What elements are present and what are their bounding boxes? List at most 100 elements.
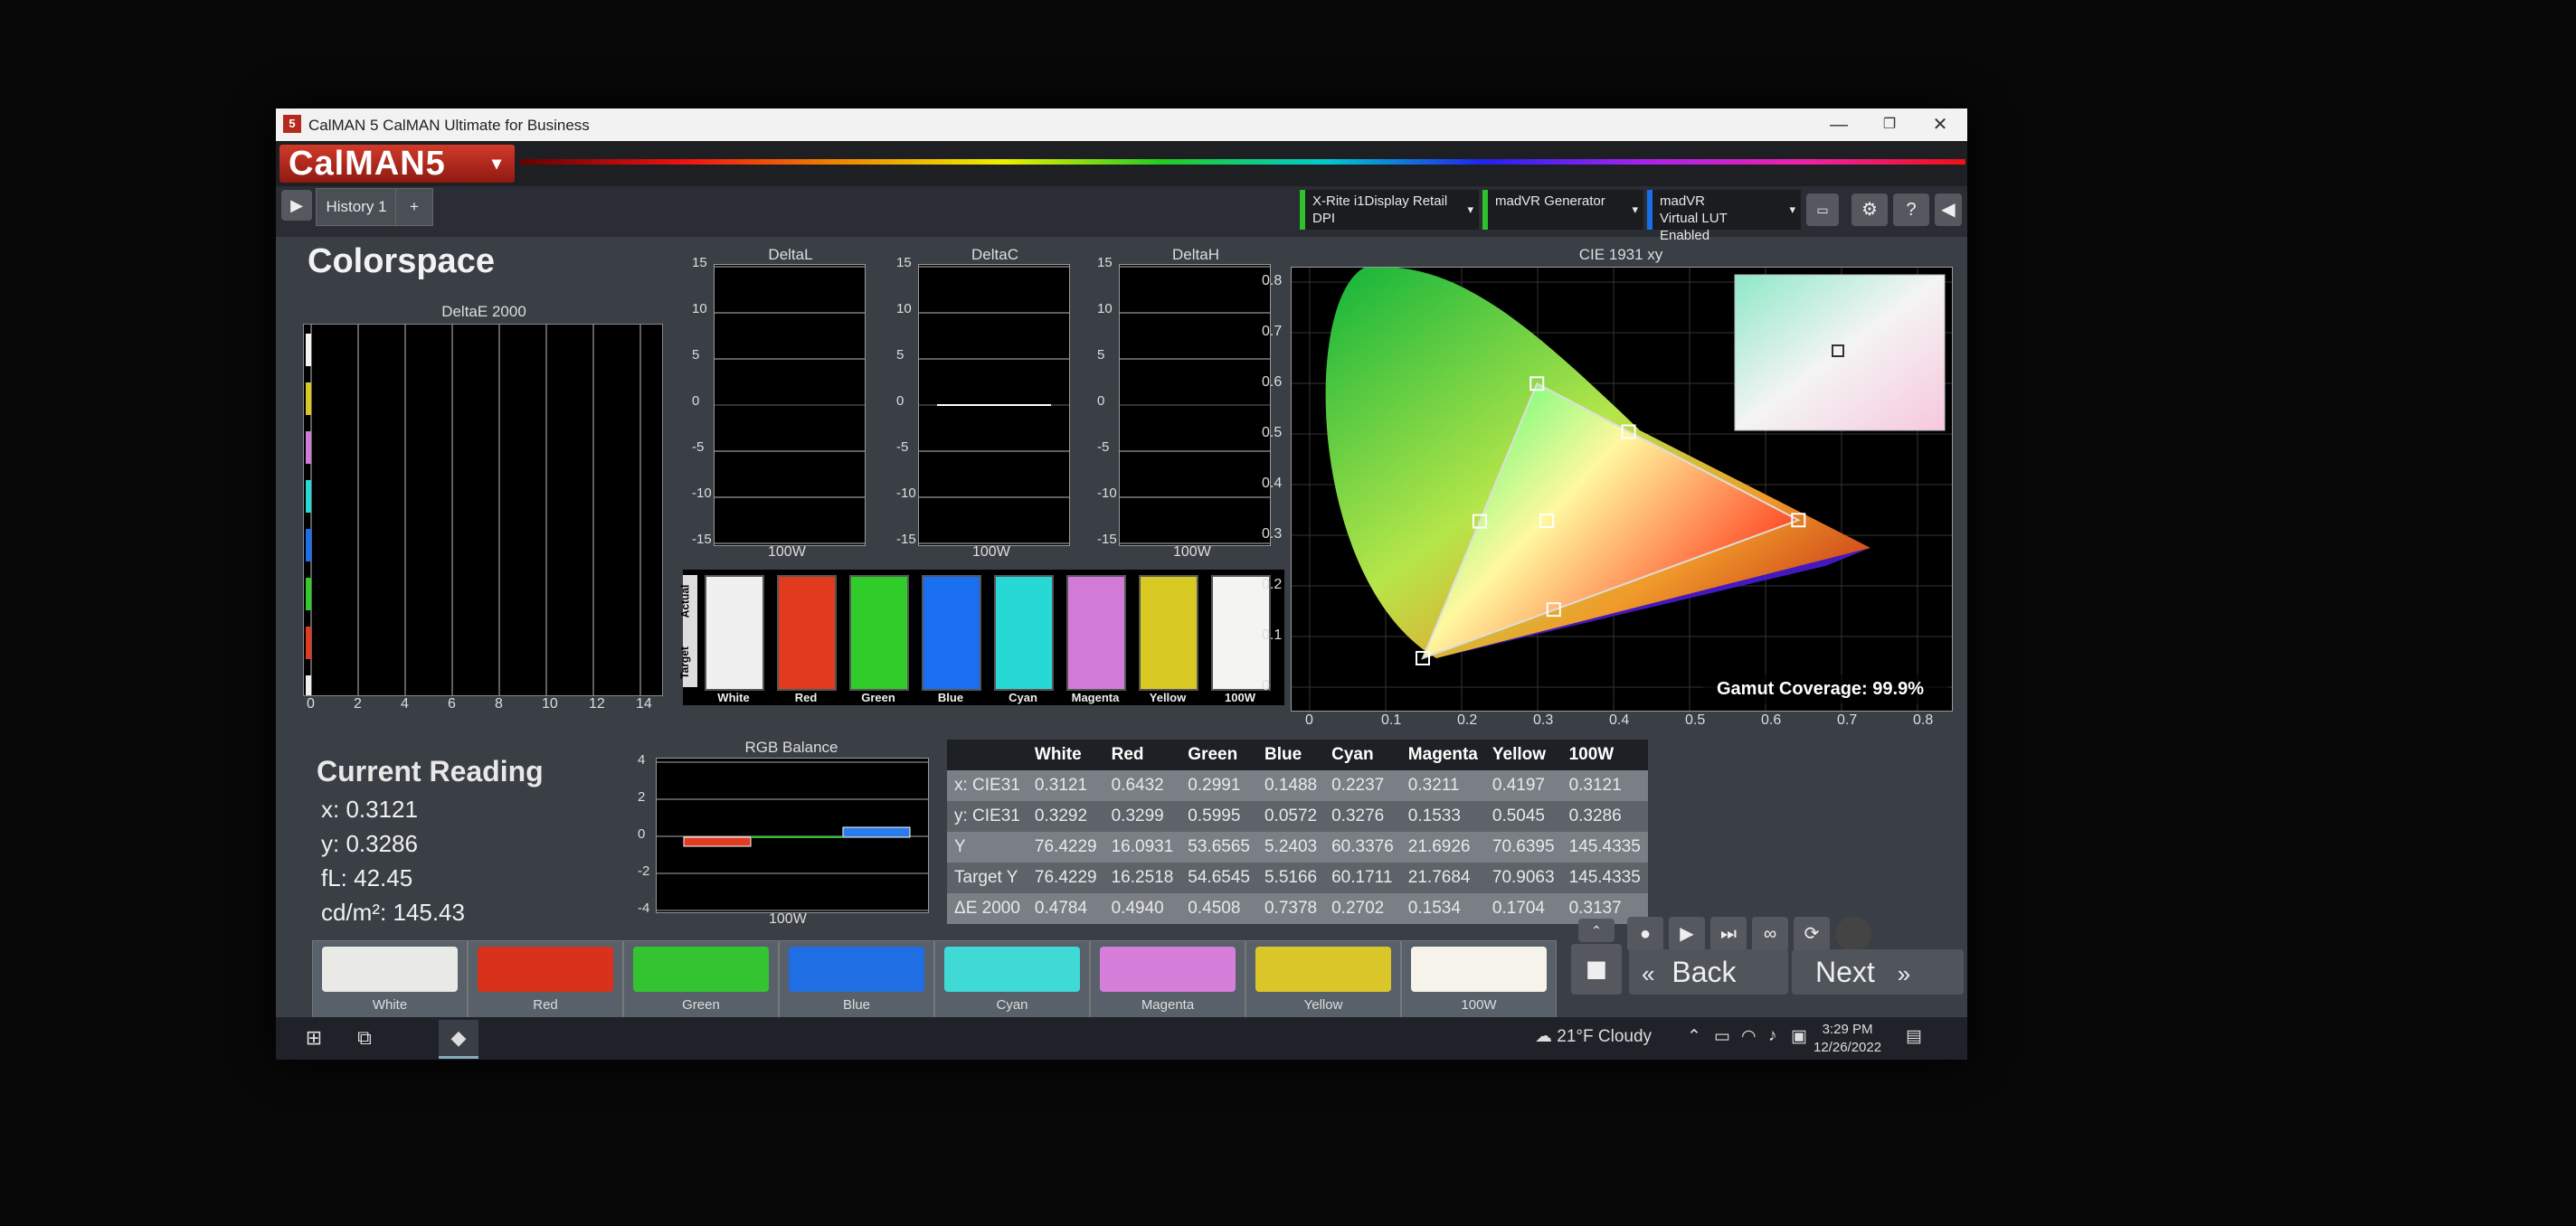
patch-button-red[interactable]: Red — [468, 940, 623, 1018]
tray-overflow-icon[interactable]: ⌃ — [1687, 1026, 1701, 1047]
swatch-label: Red — [794, 691, 818, 704]
table-cell: 0.3299 — [1103, 801, 1181, 832]
table-cell: 0.5045 — [1484, 801, 1562, 832]
back-button[interactable]: « Back — [1629, 949, 1788, 995]
task-view-icon[interactable]: ⧉ — [345, 1020, 384, 1056]
windows-start-icon[interactable]: ⊞ — [294, 1020, 334, 1056]
patch-label: Red — [533, 997, 558, 1013]
cie-chart-title: CIE 1931 xy — [1578, 246, 1663, 263]
reading-fl: fL: 42.45 — [321, 864, 413, 891]
up-arrow-icon[interactable]: ⌃ — [1578, 919, 1615, 942]
gear-icon[interactable]: ⚙ — [1852, 193, 1888, 226]
play-icon[interactable]: ▶ — [1669, 917, 1705, 951]
table-row: Target Y 76.4229 16.2518 54.6545 5.5166 60.17… — [947, 863, 1648, 893]
help-icon[interactable]: ? — [1893, 193, 1929, 226]
clock[interactable]: 3:29 PM 12/26/2022 — [1814, 1021, 1881, 1057]
calman-logo-menu[interactable]: CalMAN5 ▾ — [279, 145, 515, 183]
table-cell: 145.4335 — [1561, 863, 1648, 893]
color-swatch — [777, 575, 837, 691]
collapse-icon[interactable]: ◀ — [1935, 193, 1962, 226]
table-header: Yellow — [1484, 740, 1562, 770]
blue-balance-bar — [842, 826, 911, 838]
patch-button-magenta[interactable]: Magenta — [1090, 940, 1245, 1018]
close-button[interactable]: ✕ — [1915, 108, 1965, 141]
current-reading-title: Current Reading — [317, 755, 544, 787]
rgb-ytick: 2 — [638, 789, 646, 805]
step-icon[interactable]: ⏭ — [1710, 917, 1747, 951]
table-cell: 21.6926 — [1400, 832, 1485, 863]
stop-icon[interactable]: ● — [1627, 917, 1663, 951]
play-button[interactable]: ▶ — [281, 190, 312, 221]
battery-icon[interactable]: ▭ — [1714, 1026, 1730, 1047]
deltae-xtick: 8 — [495, 696, 503, 712]
patch-button-100w[interactable]: 100W — [1401, 940, 1557, 1018]
cie-xtick: 0.2 — [1457, 712, 1478, 728]
patch-button-cyan[interactable]: Cyan — [934, 940, 1090, 1018]
delta-ytick: -15 — [896, 532, 916, 547]
cie-ytick: 0.8 — [1262, 273, 1283, 288]
weather-text: 21°F Cloudy — [1557, 1027, 1653, 1046]
patch-color — [322, 947, 458, 992]
stop-record-button[interactable]: ◼ — [1571, 944, 1622, 995]
deltae-bar — [306, 334, 311, 366]
deltae-bar — [306, 529, 311, 561]
meter-mode: DPI — [1312, 211, 1336, 226]
delta-chart-xlabel: 100W — [972, 544, 1010, 560]
calman-taskbar-icon[interactable]: ◆ — [439, 1020, 478, 1059]
measurement-table: White Red Green Blue Cyan Magenta Yellow 100W x… — [947, 740, 1648, 924]
color-swatch — [994, 575, 1054, 691]
next-button[interactable]: Next » — [1792, 949, 1964, 995]
generator-selector[interactable]: madVR Generator ▾ — [1482, 190, 1643, 230]
notification-icon[interactable]: ▤ — [1906, 1026, 1922, 1047]
table-cell: y: CIE31 — [947, 801, 1028, 832]
table-cell: 0.1704 — [1484, 893, 1562, 924]
cie-chart: Gamut Coverage: 99.9% — [1291, 267, 1953, 712]
deltae-xtick: 4 — [401, 696, 409, 712]
table-cell: 0.4197 — [1484, 770, 1562, 801]
delta-chart — [714, 264, 866, 546]
cie-ytick: 0.4 — [1262, 476, 1283, 491]
table-cell: 145.4335 — [1561, 832, 1648, 863]
patch-color — [789, 947, 924, 992]
patch-button-yellow[interactable]: Yellow — [1245, 940, 1401, 1018]
delta-ytick: 0 — [896, 393, 904, 409]
table-cell: 76.4229 — [1027, 863, 1104, 893]
delta-ytick: -5 — [1097, 439, 1110, 455]
delta-ytick: -5 — [692, 439, 705, 455]
patch-color — [478, 947, 613, 992]
weather-widget[interactable]: ☁ 21°F Cloudy — [1535, 1026, 1652, 1047]
rgb-ytick: 0 — [638, 826, 646, 842]
target-label: Target — [677, 646, 691, 679]
refresh-icon[interactable]: ⟳ — [1794, 917, 1830, 951]
tab-add-button[interactable]: + — [395, 188, 433, 226]
display-icon[interactable]: ▭ — [1806, 193, 1839, 226]
minimize-button[interactable]: — — [1814, 108, 1864, 141]
table-cell: 0.3276 — [1324, 801, 1401, 832]
red-balance-bar — [683, 836, 752, 847]
lut-selector[interactable]: madVR Virtual LUT Enabled ▾ — [1647, 190, 1801, 243]
deltae-bar — [306, 578, 311, 610]
delta-chart-title: DeltaL — [768, 246, 813, 263]
swatch-side-label: Actual Target — [678, 575, 697, 687]
reading-y: y: 0.3286 — [321, 830, 418, 857]
rgb-balance-chart — [656, 758, 929, 913]
loop-icon[interactable]: ∞ — [1752, 917, 1788, 951]
cie-xtick: 0.8 — [1913, 712, 1934, 728]
patch-button-green[interactable]: Green — [623, 940, 779, 1018]
table-header: Cyan — [1324, 740, 1401, 770]
tab-history-1[interactable]: History 1 — [316, 188, 397, 226]
cie-ytick: 0.6 — [1262, 374, 1283, 390]
patch-button-blue[interactable]: Blue — [779, 940, 934, 1018]
volume-icon[interactable]: ♪ — [1768, 1026, 1777, 1046]
table-cell: x: CIE31 — [947, 770, 1028, 801]
wifi-icon[interactable]: ◠ — [1741, 1026, 1757, 1047]
meter-selector[interactable]: X-Rite i1Display Retail DPI ▾ — [1300, 190, 1479, 230]
patch-button-white[interactable]: White — [312, 940, 468, 1018]
table-cell: 0.4508 — [1180, 893, 1257, 924]
language-icon[interactable]: ▣ — [1791, 1026, 1807, 1047]
restore-button[interactable]: ❐ — [1864, 108, 1915, 141]
table-cell: 0.2702 — [1324, 893, 1401, 924]
clock-date: 12/26/2022 — [1814, 1040, 1882, 1055]
app-icon: 5 — [283, 115, 301, 133]
table-cell: 0.2237 — [1324, 770, 1401, 801]
